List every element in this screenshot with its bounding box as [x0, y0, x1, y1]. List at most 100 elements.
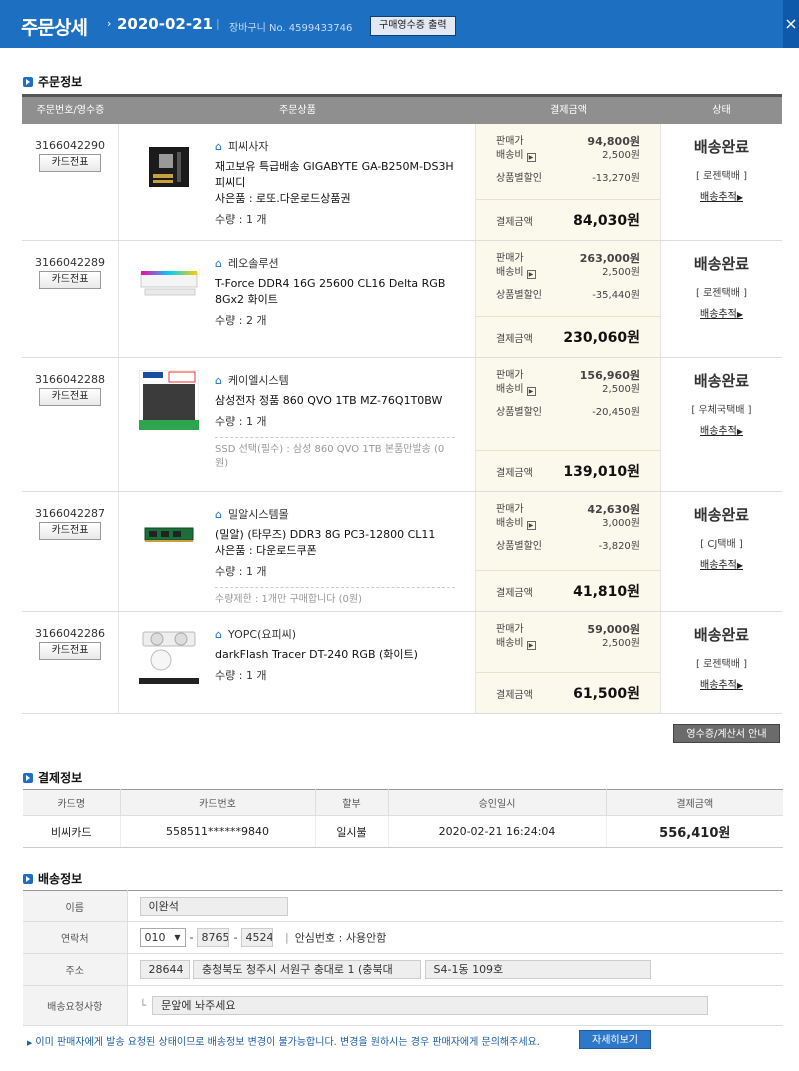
card-slip-button[interactable]: 카드전표 [39, 522, 101, 540]
price-row: 판매가 156,960원 [496, 369, 640, 383]
cart-number: 장바구니 No. 4599433746 [229, 23, 353, 34]
product-name[interactable]: T-Force DDR4 16G 25600 CL16 Delta RGB 8G… [215, 276, 455, 308]
shipping-label: 배송비 ▶ [496, 637, 536, 651]
product-name[interactable]: 재고보유 특급배송 GIGABYTE GA-B250M-DS3H 피씨디 [215, 159, 455, 191]
card-slip-button[interactable]: 카드전표 [39, 271, 101, 289]
status-badge: 배송완료 [693, 626, 750, 644]
home-icon[interactable]: ⌂ [215, 257, 222, 270]
delivery-section-title-text: 배송정보 [38, 872, 83, 886]
order-rows: 3166042290 카드전표 ⌂ 피씨사자 재고보유 특급배송 GIGABYTE GA… [22, 124, 782, 714]
carrier: [ 우체국택배 ] [691, 405, 752, 416]
payment-section-title-text: 결제정보 [38, 771, 83, 785]
track-label: 배송추적 [700, 426, 737, 437]
phone-middle-field[interactable]: 8765 [197, 928, 230, 947]
product-name[interactable]: darkFlash Tracer DT-240 RGB (화이트) [215, 647, 455, 663]
receipt-guide-button[interactable]: 영수증/계산서 안내 [673, 724, 780, 743]
seller-name[interactable]: 케이엘시스템 [228, 374, 289, 387]
arrow-right-icon: › [107, 17, 112, 30]
payment-table: 카드명 카드번호 할부 승인일시 결제금액 비씨카드 558511******9… [23, 789, 783, 848]
home-icon[interactable]: ⌂ [215, 508, 222, 521]
product-thumbnail[interactable] [139, 261, 199, 307]
order-number: 3166042289 [35, 256, 105, 269]
payment-row: 비씨카드 558511******9840 일시불 2020-02-21 16:… [23, 815, 783, 848]
product-thumbnail[interactable] [139, 624, 199, 684]
shipping-row: 배송비 ▶ 2,500원 [496, 266, 640, 280]
corner-arrow-icon: └ [139, 998, 147, 1012]
zip-field[interactable]: 28644 [139, 960, 190, 979]
track-label: 배송추적 [700, 192, 737, 203]
price-label: 판매가 [496, 624, 524, 635]
delivery-section-title: 배송정보 [23, 870, 82, 887]
col-amount: 결제금액 [550, 105, 587, 116]
seller-name[interactable]: 밀알시스템몰 [228, 508, 289, 521]
total-row: 결제금액 84,030원 [476, 200, 660, 240]
modal-header: 주문상세 › 2020-02-21 | 장바구니 No. 4599433746 … [0, 0, 799, 48]
seller: ⌂ 케이엘시스템 [215, 372, 455, 388]
product-info: ⌂ 케이엘시스템 삼성전자 정품 860 QVO 1TB MZ-76Q1T0BW 수량… [215, 372, 455, 471]
card-slip-button[interactable]: 카드전표 [39, 642, 101, 660]
expand-icon[interactable]: ▶ [526, 153, 536, 162]
price-breakdown: 판매가 59,000원 배송비 ▶ 2,500원 [476, 612, 660, 673]
address1-field[interactable]: 충청북도 청주시 서원구 충대로 1 (충북대 [193, 960, 421, 979]
expand-icon[interactable]: ▶ [526, 270, 536, 279]
col-order-no: 주문번호/영수증 [36, 105, 105, 116]
price-row: 판매가 59,000원 [496, 623, 640, 637]
total-label: 결제금액 [496, 333, 533, 345]
phone-prefix-select[interactable]: 010 ▼ [139, 928, 186, 947]
track-delivery-link[interactable]: 배송추적▶ [700, 676, 743, 691]
delivery-request-field[interactable]: 문앞에 놔주세요 [152, 996, 709, 1015]
phone-last-field[interactable]: 4524 [241, 928, 274, 947]
product-thumbnail[interactable] [139, 144, 199, 190]
shipping-label: 배송비 ▶ [496, 149, 536, 163]
col-status: 상태 [712, 105, 731, 116]
status-badge: 배송완료 [693, 255, 750, 273]
status-cell: 배송완료 [ 우체국택배 ] 배송추적▶ [661, 358, 782, 491]
shipping-value: 2,500원 [602, 638, 640, 649]
home-icon[interactable]: ⌂ [215, 140, 222, 153]
track-delivery-link[interactable]: 배송추적▶ [700, 556, 743, 571]
card-slip-button[interactable]: 카드전표 [39, 154, 101, 172]
page-title: 주문상세 [21, 17, 88, 39]
order-no-cell: 3166042286 카드전표 [22, 612, 119, 713]
seller-name[interactable]: YOPC(요피씨) [228, 628, 296, 641]
total-value: 41,810원 [573, 584, 640, 600]
product-thumbnail[interactable] [139, 512, 199, 558]
triangle-right-icon: ▶ [27, 1039, 33, 1047]
discount-row: 상품별할인 -35,440원 [496, 289, 640, 303]
card-slip-button[interactable]: 카드전표 [39, 388, 101, 406]
price-value: 42,630원 [587, 503, 640, 516]
product-thumbnail[interactable] [138, 369, 200, 431]
payment-cell: 판매가 42,630원 배송비 ▶ 3,000원 상품별할인 -3,820원 결제금액 41,8… [476, 492, 661, 611]
product-info: ⌂ 레오솔루션 T-Force DDR4 16G 25600 CL16 Delta … [215, 255, 455, 328]
carrier: [ 로젠택배 ] [696, 171, 747, 182]
seller-name[interactable]: 레오솔루션 [228, 257, 279, 270]
expand-icon[interactable]: ▶ [526, 521, 536, 530]
total-row: 결제금액 61,500원 [476, 673, 660, 713]
payment-table-header: 카드명 카드번호 할부 승인일시 결제금액 [23, 789, 783, 816]
price-row: 판매가 94,800원 [496, 135, 640, 149]
expand-icon[interactable]: ▶ [526, 387, 536, 396]
quantity: 수량 : 1 개 [215, 669, 267, 682]
track-delivery-link[interactable]: 배송추적▶ [700, 305, 743, 320]
seller-name[interactable]: 피씨사자 [228, 140, 268, 153]
close-icon[interactable]: × [783, 0, 799, 48]
carrier: [ CJ택배 ] [700, 539, 743, 550]
more-details-button[interactable]: 자세히보기 [579, 1030, 651, 1049]
product-name[interactable]: 삼성전자 정품 860 QVO 1TB MZ-76Q1T0BW [215, 393, 455, 409]
address2-field[interactable]: S4-1동 109호 [424, 960, 651, 979]
track-delivery-link[interactable]: 배송추적▶ [700, 188, 743, 203]
receipt-print-button[interactable]: 구매영수증 출력 [370, 16, 456, 36]
payment-section-title: 결제정보 [23, 769, 82, 786]
home-icon[interactable]: ⌂ [215, 628, 222, 641]
home-icon[interactable]: ⌂ [215, 374, 222, 387]
discount-label: 상품별할인 [496, 290, 542, 301]
track-delivery-link[interactable]: 배송추적▶ [700, 422, 743, 437]
recipient-name-field[interactable]: 이완석 [139, 896, 288, 916]
status-cell: 배송완료 [ 로젠택배 ] 배송추적▶ [661, 124, 782, 240]
product-name[interactable]: (밀알) (타무즈) DDR3 8G PC3-12800 CL11 [215, 527, 455, 543]
shipping-row: 배송비 ▶ 3,000원 [496, 517, 640, 531]
shipping-label: 배송비 ▶ [496, 517, 536, 531]
order-number: 3166042286 [35, 627, 105, 640]
shipping-row: 배송비 ▶ 2,500원 [496, 637, 640, 651]
expand-icon[interactable]: ▶ [526, 641, 536, 650]
